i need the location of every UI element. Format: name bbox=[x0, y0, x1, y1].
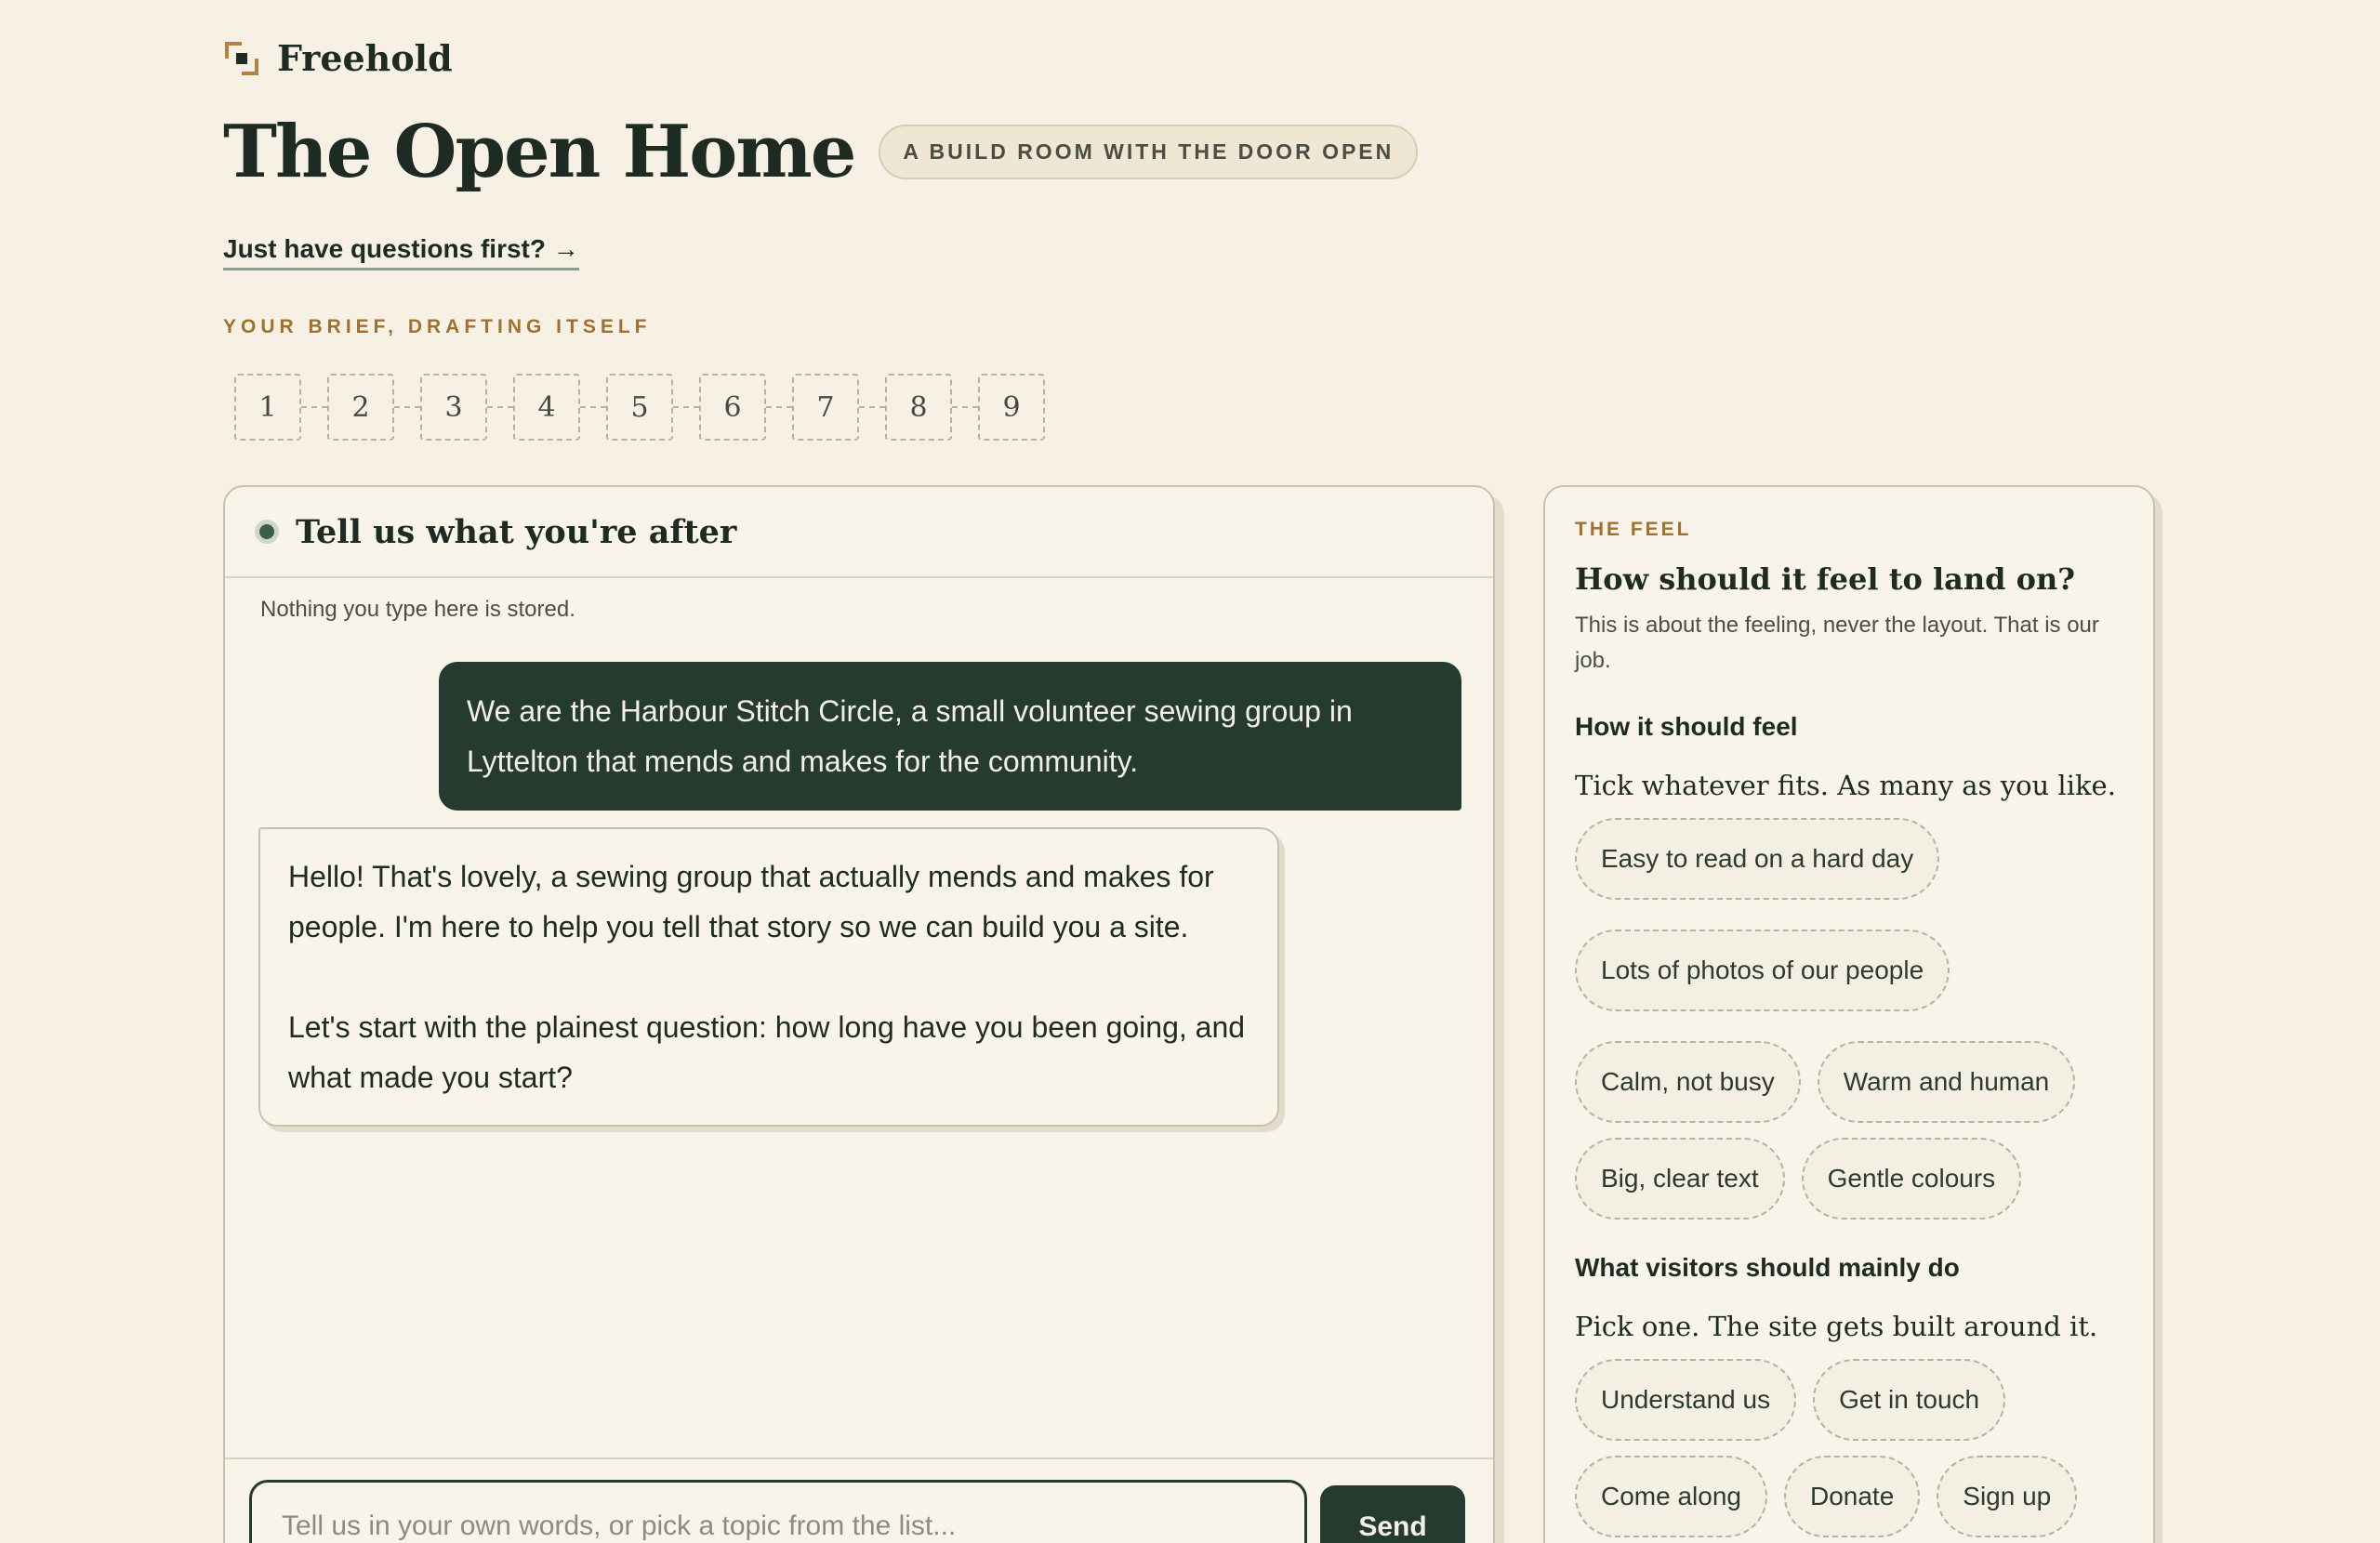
feel-heading: How should it feel to land on? bbox=[1575, 561, 2075, 597]
chip-understand-us[interactable]: Understand us bbox=[1575, 1359, 1797, 1441]
chip-get-in-touch[interactable]: Get in touch bbox=[1813, 1359, 2006, 1441]
brand[interactable]: Freehold bbox=[223, 37, 453, 79]
feel-subtitle: This is about the feeling, never the lay… bbox=[1575, 613, 2099, 673]
page-title: The Open Home bbox=[223, 110, 856, 194]
step-connector bbox=[859, 406, 885, 408]
step-connector bbox=[766, 406, 792, 408]
chat-input[interactable] bbox=[249, 1480, 1307, 1543]
assistant-message: Hello! That's lovely, a sewing group tha… bbox=[258, 827, 1279, 1127]
chat-panel: Tell us what you're after Nothing you ty… bbox=[223, 485, 1495, 1543]
chip-calm-not-busy[interactable]: Calm, not busy bbox=[1575, 1041, 1801, 1123]
feel-panel: THE FEEL How should it feel to land on? … bbox=[1543, 485, 2155, 1543]
user-message: We are the Harbour Stitch Circle, a smal… bbox=[439, 662, 1461, 811]
title-row: The Open Home A BUILD ROOM WITH THE DOOR… bbox=[223, 110, 1419, 194]
tagline-badge: A BUILD ROOM WITH THE DOOR OPEN bbox=[879, 125, 1419, 179]
chip-donate[interactable]: Donate bbox=[1783, 1456, 1921, 1537]
feel-eyebrow: THE FEEL bbox=[1575, 519, 1692, 540]
chip-easy-to-read[interactable]: Easy to read on a hard day bbox=[1575, 818, 1940, 900]
chip-warm-and-human[interactable]: Warm and human bbox=[1817, 1041, 2076, 1123]
step-8[interactable]: 8 bbox=[885, 374, 952, 441]
send-button[interactable]: Send bbox=[1320, 1485, 1465, 1543]
chat-header: Tell us what you're after bbox=[225, 487, 1493, 578]
step-9[interactable]: 9 bbox=[978, 374, 1045, 441]
status-dot-icon bbox=[255, 520, 279, 544]
chip-big-clear-text[interactable]: Big, clear text bbox=[1575, 1138, 1785, 1220]
step-4[interactable]: 4 bbox=[513, 374, 580, 441]
step-connector bbox=[673, 406, 699, 408]
step-7[interactable]: 7 bbox=[792, 374, 859, 441]
do-chip-group: Understand us Get in touch Come along Do… bbox=[1575, 1359, 2096, 1537]
chip-sign-up[interactable]: Sign up bbox=[1937, 1456, 2078, 1537]
chat-title: Tell us what you're after bbox=[296, 512, 737, 551]
brief-steps: 1 2 3 4 5 6 7 8 9 bbox=[234, 374, 1045, 441]
step-3[interactable]: 3 bbox=[420, 374, 487, 441]
brand-name: Freehold bbox=[277, 37, 453, 79]
privacy-note: Nothing you type here is stored. bbox=[260, 597, 575, 622]
step-connector bbox=[301, 406, 327, 408]
step-2[interactable]: 2 bbox=[327, 374, 394, 441]
step-6[interactable]: 6 bbox=[699, 374, 766, 441]
questions-link[interactable]: Just have questions first? → bbox=[223, 234, 579, 270]
freehold-logo-icon bbox=[223, 40, 260, 77]
step-connector bbox=[580, 406, 606, 408]
do-group-title: What visitors should mainly do bbox=[1575, 1253, 1960, 1282]
chip-lots-of-photos[interactable]: Lots of photos of our people bbox=[1575, 930, 1950, 1011]
feel-group-hint: Tick whatever fits. As many as you like. bbox=[1575, 770, 2116, 801]
do-group-hint: Pick one. The site gets built around it. bbox=[1575, 1311, 2098, 1342]
composer: Send bbox=[225, 1457, 1493, 1543]
assistant-message-paragraph: Let's start with the plainest question: … bbox=[288, 1010, 1246, 1094]
chip-gentle-colours[interactable]: Gentle colours bbox=[1801, 1138, 2022, 1220]
step-connector bbox=[487, 406, 513, 408]
step-1[interactable]: 1 bbox=[234, 374, 301, 441]
feel-group-title: How it should feel bbox=[1575, 712, 1798, 741]
step-connector bbox=[952, 406, 978, 408]
step-connector bbox=[394, 406, 420, 408]
assistant-message-paragraph: Hello! That's lovely, a sewing group tha… bbox=[288, 860, 1214, 943]
chip-come-along[interactable]: Come along bbox=[1575, 1456, 1767, 1537]
step-5[interactable]: 5 bbox=[606, 374, 673, 441]
brief-label: YOUR BRIEF, DRAFTING ITSELF bbox=[223, 316, 652, 337]
feel-chip-group: Easy to read on a hard day Lots of photo… bbox=[1575, 818, 2096, 1220]
